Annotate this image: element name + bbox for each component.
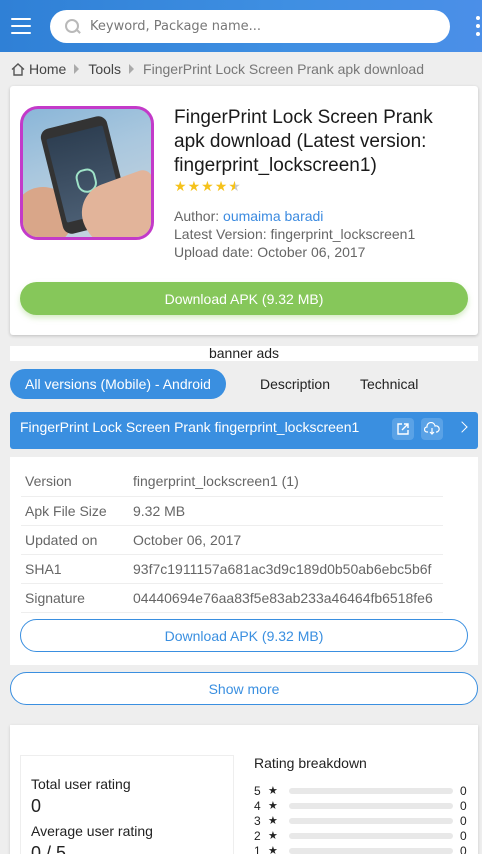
rating-summary: Total user rating 0 Average user rating … (20, 755, 234, 854)
latest-version: Latest Version: fingerprint_lockscreen1 (174, 226, 416, 242)
breakdown-row: 4 ★ 0 (254, 798, 468, 813)
breakdown-row: 5 ★ 0 (254, 783, 468, 798)
table-row: Apk File Size 9.32 MB (21, 496, 443, 526)
average-rating-value: 0 / 5 (31, 843, 67, 854)
star-level: 1 (254, 843, 261, 854)
app-info-card: FingerPrint Lock Screen Prank apk downlo… (10, 86, 478, 335)
breakdown-row: 3 ★ 0 (254, 813, 468, 828)
total-rating-label: Total user rating (31, 776, 131, 792)
cloud-download-icon[interactable] (421, 418, 443, 440)
star-icon: ★ (214, 178, 228, 194)
tab-all-versions[interactable]: All versions (Mobile) - Android (10, 369, 226, 399)
breakdown-bar (289, 787, 453, 794)
app-meta: Author: oumaima baradi Latest Version: f… (174, 207, 415, 261)
details-table: Version fingerprint_lockscreen1 (1) Apk F… (21, 467, 443, 613)
star-icon: ★ (268, 845, 278, 854)
average-rating-label: Average user rating (31, 823, 153, 839)
author-label: Author: (174, 208, 220, 224)
download-apk-button[interactable]: Download APK (9.32 MB) (20, 282, 468, 315)
detail-key: Signature (21, 583, 129, 613)
search-input[interactable] (90, 19, 420, 34)
detail-value: October 06, 2017 (129, 525, 443, 555)
chevron-right-icon (129, 64, 135, 74)
more-options-icon[interactable] (476, 16, 480, 36)
breakdown-bar (289, 847, 453, 854)
hamburger-icon (11, 16, 31, 37)
breadcrumb-tools[interactable]: Tools (88, 61, 121, 77)
breakdown-bar (289, 802, 453, 809)
star-count: 0 (460, 843, 467, 854)
home-icon (11, 62, 25, 76)
total-rating-value: 0 (31, 796, 42, 816)
ratings-card: Total user rating 0 Average user rating … (10, 725, 478, 854)
breakdown-bar (289, 817, 453, 824)
star-count: 0 (460, 813, 467, 828)
star-count: 0 (460, 798, 467, 813)
external-link-icon[interactable] (392, 418, 414, 440)
detail-key: SHA1 (21, 554, 129, 584)
tab-description[interactable]: Description (260, 376, 330, 392)
search-box[interactable] (50, 10, 450, 43)
breadcrumb-current: FingerPrint Lock Screen Prank apk downlo… (143, 61, 424, 77)
breakdown-bar (289, 832, 453, 839)
chevron-right-icon[interactable] (456, 421, 468, 433)
menu-button[interactable] (0, 0, 42, 52)
star-level: 4 (254, 798, 261, 813)
version-header[interactable]: FingerPrint Lock Screen Prank fingerprin… (10, 412, 478, 449)
star-icon: ★ (174, 178, 187, 194)
half-star-icon: ★ (228, 178, 241, 194)
star-count: 0 (460, 783, 467, 798)
detail-key: Updated on (21, 525, 129, 555)
download-apk-outline-button[interactable]: Download APK (9.32 MB) (20, 619, 468, 652)
star-icon: ★ (268, 785, 278, 797)
table-row: Version fingerprint_lockscreen1 (1) (21, 467, 443, 497)
version-details: Version fingerprint_lockscreen1 (1) Apk F… (10, 457, 478, 665)
banner-ads: banner ads (10, 346, 478, 361)
star-icon: ★ (201, 178, 214, 194)
breakdown-title: Rating breakdown (254, 755, 367, 771)
app-icon (20, 106, 154, 240)
detail-value: fingerprint_lockscreen1 (1) (129, 467, 443, 497)
tab-bar: All versions (Mobile) - Android Descript… (0, 369, 482, 399)
table-row: Updated on October 06, 2017 (21, 525, 443, 555)
detail-value: 9.32 MB (129, 496, 443, 526)
star-level: 5 (254, 783, 261, 798)
star-icon: ★ (268, 815, 278, 827)
star-icon: ★ (268, 800, 278, 812)
detail-key: Apk File Size (21, 496, 129, 526)
breakdown-row: 2 ★ 0 (254, 828, 468, 843)
table-row: SHA1 93f7c1911157a681ac3d9c189d0b50ab6ebc… (21, 554, 443, 584)
detail-value: 93f7c1911157a681ac3d9c189d0b50ab6ebc5b6f (129, 554, 443, 584)
upload-date: Upload date: October 06, 2017 (174, 244, 366, 260)
rating-stars: ★ ★ ★ ★ ★ (174, 179, 241, 193)
search-icon (64, 18, 82, 36)
breakdown-row: 1 ★ 0 (254, 843, 468, 854)
star-icon: ★ (268, 830, 278, 842)
rating-breakdown: Rating breakdown 5 ★ 0 4 ★ 0 3 ★ 0 2 ★ 0 1 ★ 0 (254, 755, 468, 854)
detail-key: Version (21, 467, 129, 497)
top-bar (0, 0, 482, 52)
show-more-button[interactable]: Show more (10, 672, 478, 705)
star-count: 0 (460, 828, 467, 843)
tab-technical[interactable]: Technical (360, 376, 418, 392)
version-title: FingerPrint Lock Screen Prank fingerprin… (20, 419, 360, 435)
breadcrumb: Home Tools FingerPrint Lock Screen Prank… (0, 52, 482, 86)
star-icon: ★ (187, 178, 201, 194)
star-level: 2 (254, 828, 261, 843)
author-link[interactable]: oumaima baradi (223, 208, 323, 224)
star-level: 3 (254, 813, 261, 828)
breadcrumb-home[interactable]: Home (29, 61, 66, 77)
app-title: FingerPrint Lock Screen Prank apk downlo… (174, 107, 433, 176)
chevron-right-icon (74, 64, 80, 74)
table-row: Signature 04440694e76aa83f5e83ab233a46464… (21, 583, 443, 613)
detail-value: 04440694e76aa83f5e83ab233a46464fb6518fe6 (129, 583, 443, 613)
